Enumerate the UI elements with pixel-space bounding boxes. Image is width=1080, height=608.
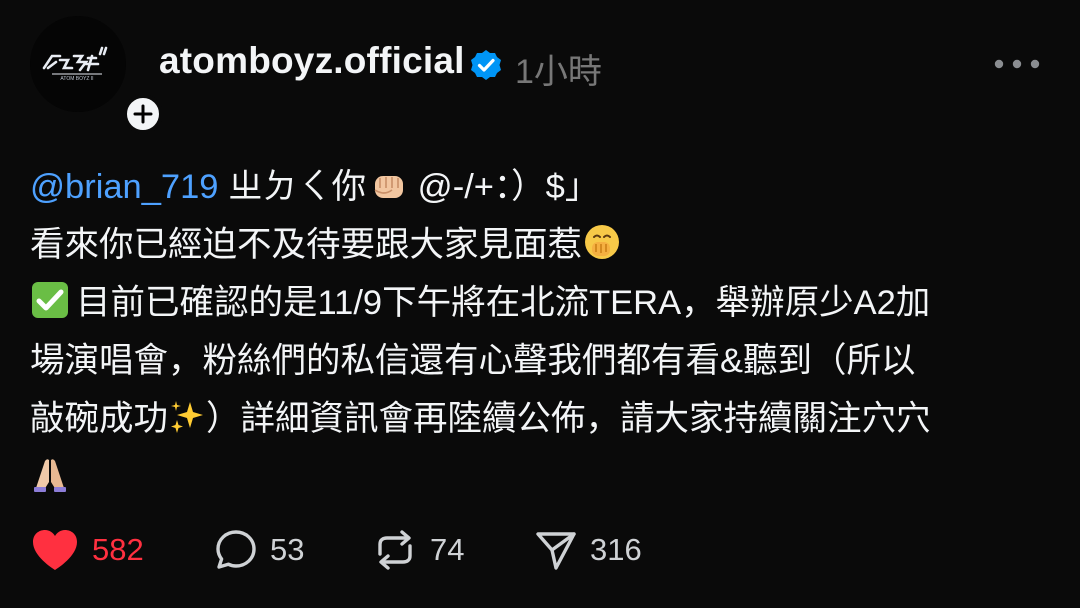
repost-icon (378, 530, 412, 570)
post-line-3: 目前已確認的是11/9下午將在北流TERA，舉辦原少A2加 (30, 274, 1050, 332)
plus-icon (133, 104, 153, 124)
send-icon (536, 532, 576, 570)
check-mark-button-emoji (32, 282, 68, 318)
post-text-segment: 場演唱會，粉絲們的私信還有心聲我們都有看&聽到（所以 (30, 342, 916, 380)
post-line-6 (30, 448, 1050, 506)
post-line-2: 看來你已經迫不及待要跟大家見面惹 (30, 216, 1050, 274)
share-count: 316 (590, 532, 642, 567)
post-line-5: 敲碗成功 ）詳細資訊會再陸續公佈，請大家持續關注穴穴 (30, 390, 1050, 448)
mention-link[interactable]: @brian_719 (30, 168, 219, 206)
post-text-segment: 看來你已經迫不及待要跟大家見面惹 (30, 226, 582, 264)
threads-post: ATOM BOYZ II atomboyz.official 1小時 @bria… (0, 0, 1080, 608)
folded-hands-emoji (34, 459, 66, 492)
face-with-hand-over-mouth-emoji (585, 225, 619, 259)
author-username[interactable]: atomboyz.official (159, 40, 465, 82)
repost-count: 74 (430, 532, 465, 567)
post-timestamp: 1小時 (515, 53, 602, 91)
post-actions-bar: 582 53 74 316 (30, 526, 1050, 574)
post-line-4: 場演唱會，粉絲們的私信還有心聲我們都有看&聽到（所以 (30, 332, 1050, 390)
post-line-1: @brian_719 ㄓㄉㄑ你 @-/+：）$」 (30, 158, 1050, 216)
svg-text:ATOM BOYZ II: ATOM BOYZ II (60, 76, 93, 82)
post-text-segment: 敲碗成功 (30, 400, 168, 438)
author-avatar[interactable]: ATOM BOYZ II (30, 16, 163, 134)
follow-button[interactable] (123, 94, 163, 134)
share-button[interactable]: 316 (534, 526, 642, 574)
more-horizontal-icon[interactable] (994, 58, 1040, 70)
verified-badge-icon (471, 50, 501, 80)
post-text-segment: ）詳細資訊會再陸續公佈，請大家持續關注穴穴 (206, 400, 931, 438)
like-button[interactable]: 582 (30, 526, 144, 574)
post-text-segment: ㄓㄉㄑ你 (218, 168, 367, 206)
post-body: @brian_719 ㄓㄉㄑ你 @-/+：）$」 看來你已經迫不及待要跟大家見面… (30, 158, 1050, 506)
comment-count: 53 (270, 532, 305, 567)
heart-icon (33, 530, 77, 570)
post-text-segment: 目前已確認的是11/9下午將在北流TERA，舉辦原少A2加 (76, 284, 931, 322)
like-count: 582 (92, 532, 144, 567)
repost-button[interactable]: 74 (372, 526, 464, 574)
brand-logo: ATOM BOYZ II (30, 16, 126, 112)
sparkles-emoji (171, 401, 203, 433)
post-text-segment: @-/+：）$」 (408, 168, 600, 206)
fist-emoji (374, 176, 404, 198)
comment-button[interactable]: 53 (214, 526, 304, 574)
comment-icon (216, 530, 256, 569)
